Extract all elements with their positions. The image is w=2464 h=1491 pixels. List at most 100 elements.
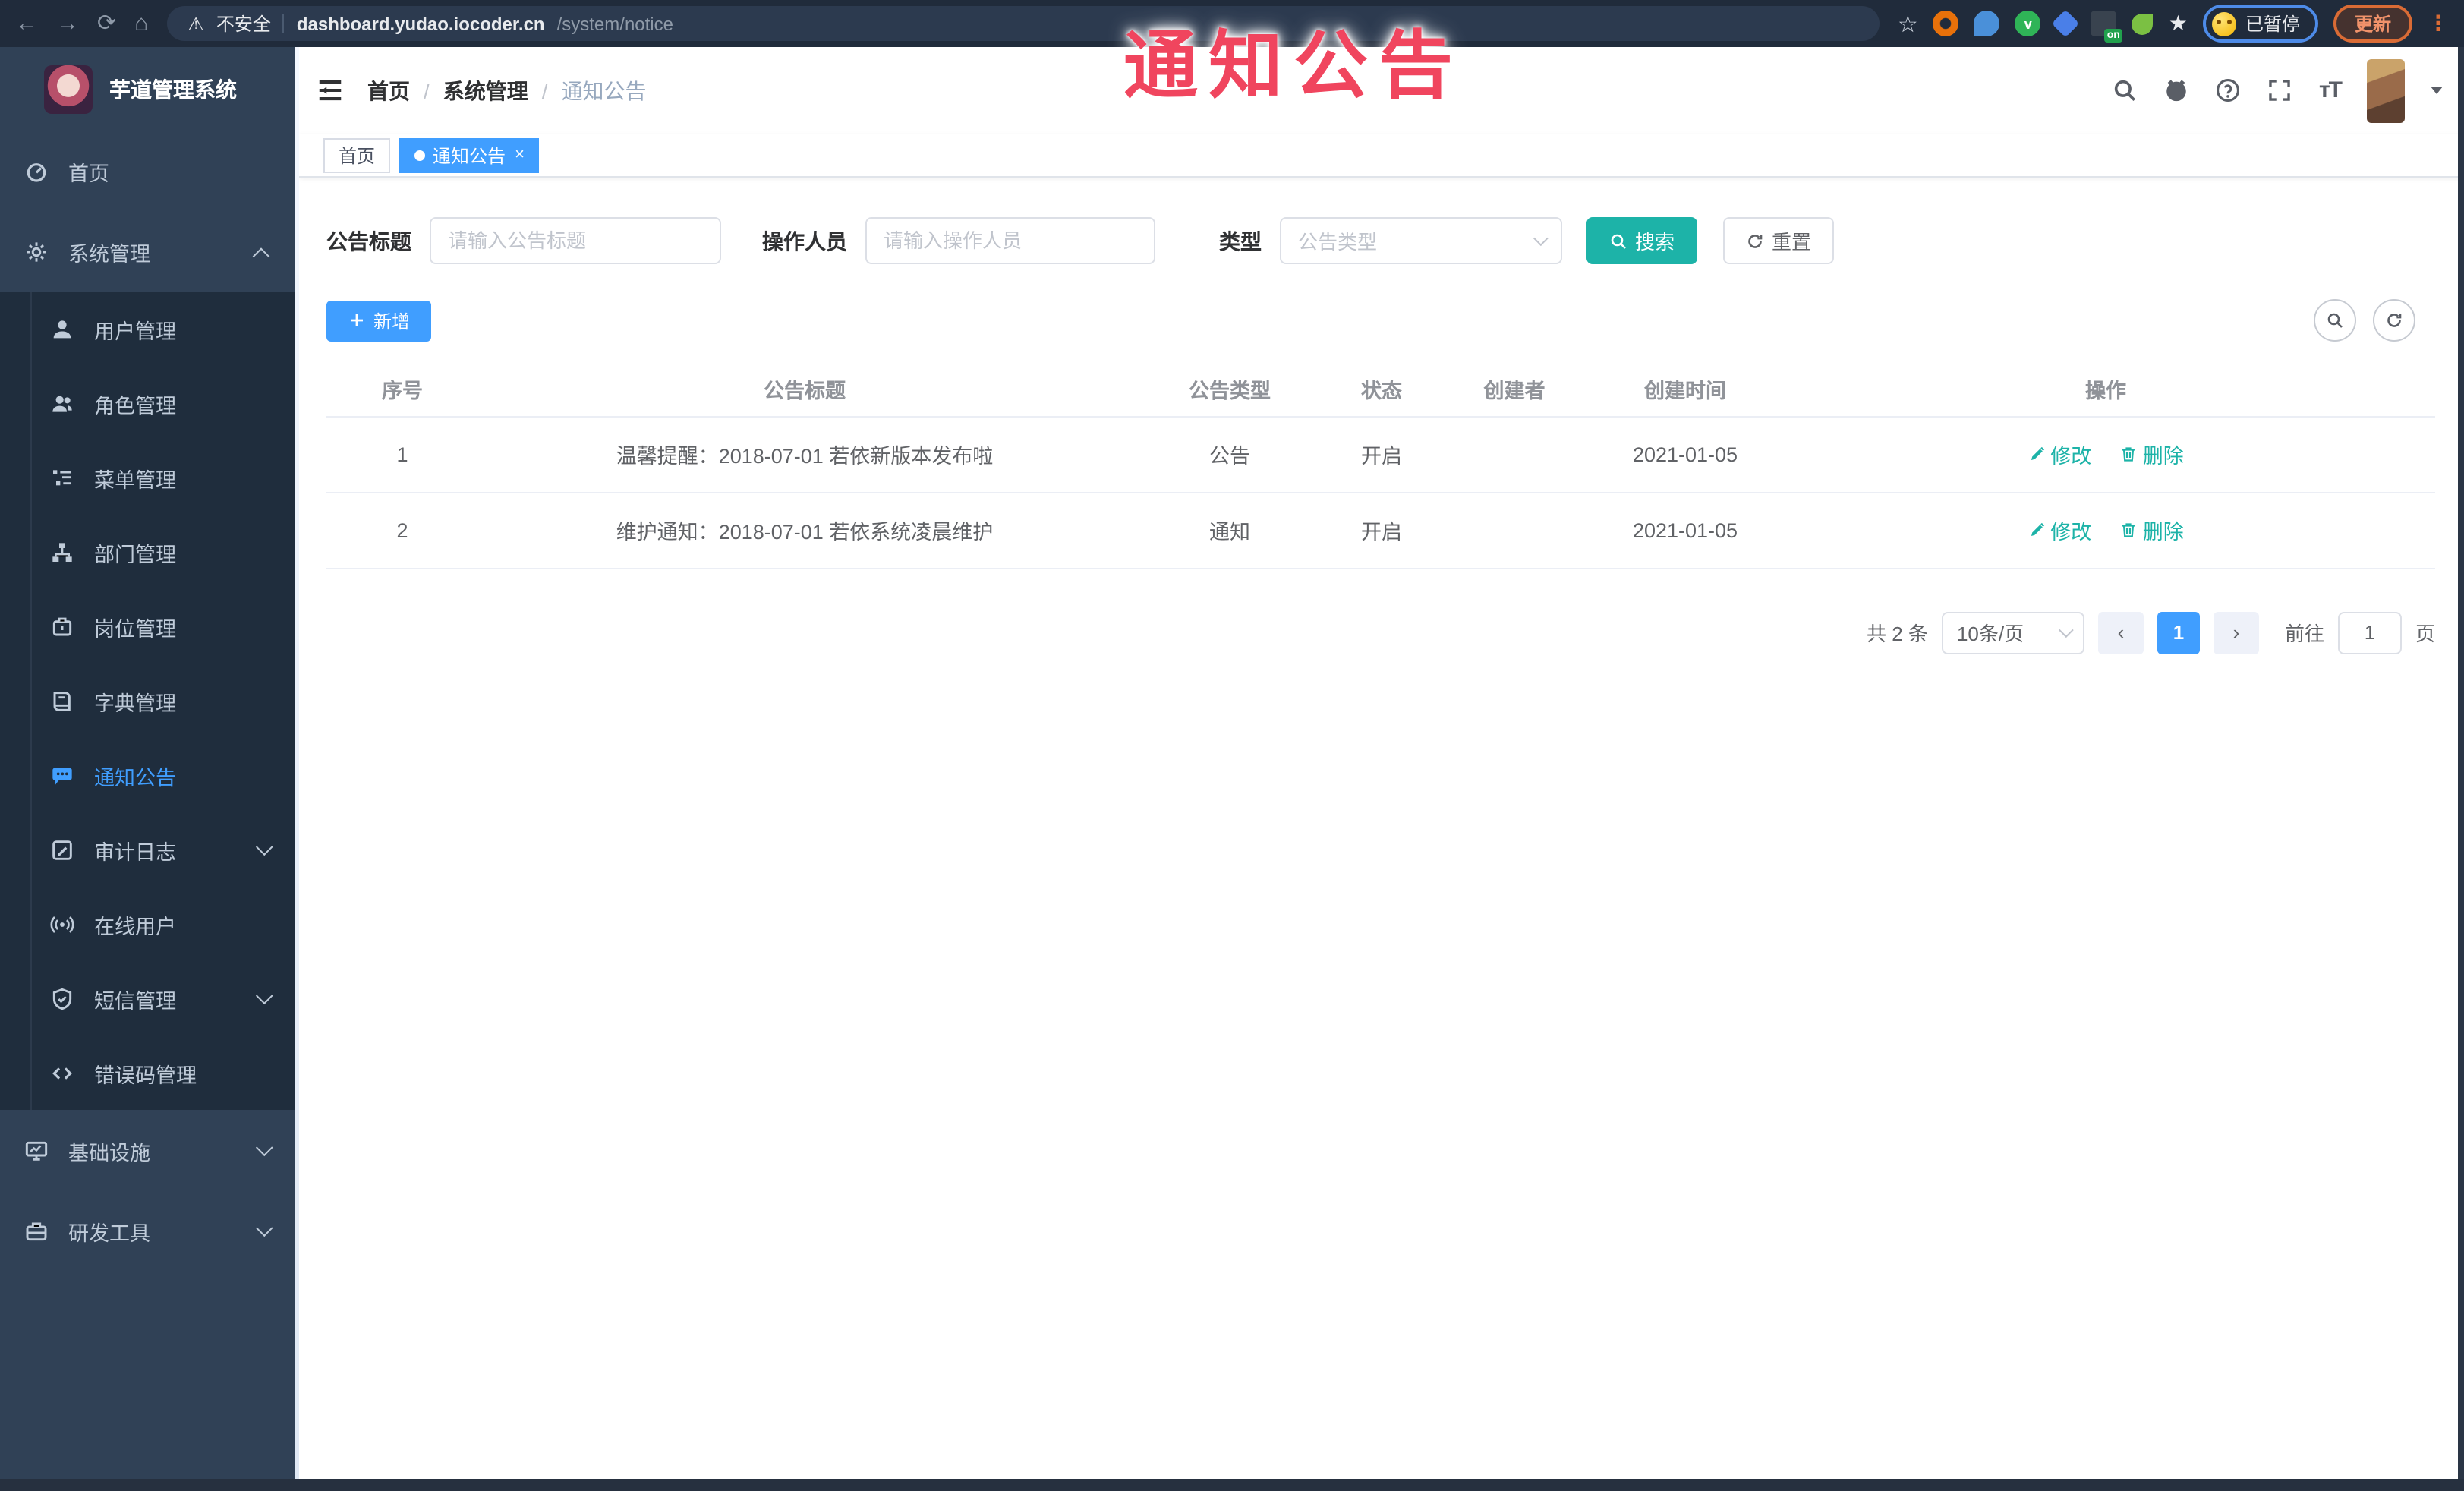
sidebar-item-system[interactable]: 系统管理 — [0, 211, 295, 292]
sidebar-item-menus[interactable]: 菜单管理 — [0, 440, 295, 515]
tab-label: 首页 — [339, 145, 376, 166]
url-path: /system/notice — [556, 13, 673, 34]
sidebar-item-roles[interactable]: 角色管理 — [0, 366, 295, 440]
main-area: 首页 / 系统管理 / 通知公告 тT 首页 通知公告 × 公告标题 请输入公告… — [299, 47, 2464, 1491]
avatar[interactable] — [2367, 58, 2405, 122]
toggle-search-button[interactable] — [2314, 299, 2356, 342]
sidebar-item-error-codes[interactable]: 错误码管理 — [0, 1036, 295, 1110]
sidebar-item-audit-log[interactable]: 审计日志 — [0, 812, 295, 887]
cell-type: 通知 — [1131, 492, 1328, 569]
col-seq: 序号 — [326, 361, 478, 417]
font-size-icon[interactable]: тT — [2319, 77, 2343, 103]
browser-refresh-icon[interactable]: ⟳ — [97, 12, 116, 35]
browser-back-icon[interactable]: ← — [15, 12, 38, 35]
address-bar[interactable]: ⚠ 不安全 dashboard.yudao.iocoder.cn /system… — [166, 6, 1880, 41]
type-select[interactable]: 公告类型 — [1280, 217, 1562, 264]
delete-label: 删除 — [2142, 445, 2184, 468]
tab-notice[interactable]: 通知公告 × — [399, 137, 540, 172]
menu-tree-icon — [50, 465, 74, 490]
cell-seq: 1 — [326, 416, 478, 493]
title-input[interactable] — [430, 217, 721, 264]
sidebar-item-label: 角色管理 — [94, 394, 176, 417]
next-page-button[interactable]: › — [2213, 611, 2259, 654]
reset-button[interactable]: 重置 — [1723, 217, 1835, 264]
sidebar-item-dev-tools[interactable]: 研发工具 — [0, 1190, 295, 1271]
sidebar-item-users[interactable]: 用户管理 — [0, 292, 295, 366]
operator-input[interactable] — [865, 217, 1155, 264]
col-status: 状态 — [1328, 361, 1435, 417]
profile-paused-chip[interactable]: 已暂停 — [2202, 5, 2318, 43]
search-icon[interactable] — [2113, 77, 2138, 103]
profile-emoji-icon — [2211, 11, 2236, 36]
search-button-label: 搜索 — [1635, 231, 1675, 254]
extension-pin-icon[interactable] — [1974, 11, 2000, 36]
browser-toolbar-right: ☆ v on ★ 已暂停 更新 ⋮ — [1898, 5, 2449, 43]
browser-forward-icon[interactable]: → — [56, 12, 79, 35]
tab-home[interactable]: 首页 — [323, 137, 391, 172]
cell-actions: 修改 删除 — [1776, 416, 2435, 493]
github-icon[interactable] — [2164, 77, 2190, 103]
extension-green-icon[interactable]: v — [2015, 11, 2041, 36]
refresh-table-button[interactable] — [2373, 299, 2415, 342]
col-creator: 创建者 — [1435, 361, 1594, 417]
breadcrumb-system[interactable]: 系统管理 — [443, 75, 528, 106]
app-logo-row[interactable]: 芋道管理系统 — [0, 47, 295, 131]
collapse-sidebar-icon[interactable] — [316, 76, 345, 105]
chevron-down-icon — [1533, 231, 1549, 247]
page-size-select[interactable]: 10条/页 — [1941, 611, 2084, 654]
extension-leaf-icon[interactable] — [2132, 13, 2154, 34]
update-button[interactable]: 更新 — [2333, 5, 2412, 43]
fullscreen-icon[interactable] — [2267, 77, 2293, 103]
sidebar-item-label: 用户管理 — [94, 320, 176, 342]
sidebar-item-label: 首页 — [68, 162, 109, 184]
page-content: 公告标题 操作人员 类型 公告类型 搜索 重置 — [299, 178, 2464, 654]
docs-help-icon[interactable] — [2216, 77, 2242, 103]
goto-page-input[interactable] — [2337, 611, 2402, 654]
close-icon[interactable]: × — [515, 146, 525, 164]
table-toolbar: 新增 — [326, 299, 2440, 342]
extension-orange-icon[interactable] — [1933, 11, 1959, 36]
log-icon — [50, 837, 74, 862]
sidebar-item-infrastructure[interactable]: 基础设施 — [0, 1110, 295, 1190]
sidebar-item-notice[interactable]: 通知公告 — [0, 738, 295, 812]
users-icon — [50, 391, 74, 415]
browser-home-icon[interactable]: ⌂ — [134, 12, 148, 35]
edit-pencil-icon — [2028, 445, 2046, 463]
type-field-label: 类型 — [1219, 229, 1262, 253]
extension-switch-icon[interactable]: on — [2091, 11, 2123, 43]
sidebar-item-online-users[interactable]: 在线用户 — [0, 887, 295, 961]
extensions-menu-icon[interactable]: ★ — [2169, 11, 2188, 36]
search-button[interactable]: 搜索 — [1586, 217, 1698, 264]
trash-icon — [2120, 521, 2138, 539]
add-button[interactable]: 新增 — [326, 300, 432, 341]
sidebar-item-label: 通知公告 — [94, 766, 176, 789]
extension-diamond-icon[interactable] — [2052, 9, 2081, 38]
edit-link[interactable]: 修改 — [2028, 515, 2091, 545]
cell-created: 2021-01-05 — [1594, 416, 1776, 493]
edit-link[interactable]: 修改 — [2028, 439, 2091, 469]
sidebar-item-home[interactable]: 首页 — [0, 131, 295, 211]
sidebar-item-sms[interactable]: 短信管理 — [0, 961, 295, 1036]
delete-link[interactable]: 删除 — [2120, 515, 2184, 545]
sidebar-item-departments[interactable]: 部门管理 — [0, 515, 295, 589]
briefcase-icon — [50, 614, 74, 638]
app-title: 芋道管理系统 — [109, 77, 237, 101]
avatar-caret-icon[interactable] — [2431, 87, 2443, 100]
sidebar-item-label: 错误码管理 — [94, 1064, 197, 1086]
col-title: 公告标题 — [478, 361, 1131, 417]
page-size-value: 10条/页 — [1956, 623, 2024, 645]
chevron-down-icon — [255, 1138, 273, 1156]
breadcrumb-home[interactable]: 首页 — [367, 75, 410, 106]
current-page-button[interactable]: 1 — [2157, 611, 2200, 654]
total-count-label: 共 2 条 — [1867, 623, 1928, 645]
system-submenu: 用户管理 角色管理 菜单管理 部门管理 岗位管理 字典管理 通知公告 审计日志 … — [0, 292, 295, 1110]
window-bottom-edge — [0, 1479, 2464, 1491]
sidebar-item-dict[interactable]: 字典管理 — [0, 664, 295, 738]
prev-page-button[interactable]: ‹ — [2097, 611, 2144, 654]
bookmark-star-icon[interactable]: ☆ — [1898, 10, 1918, 37]
search-form: 公告标题 操作人员 类型 公告类型 搜索 重置 — [326, 217, 2440, 264]
search-icon — [1609, 232, 1627, 250]
delete-link[interactable]: 删除 — [2120, 439, 2184, 469]
sidebar-item-posts[interactable]: 岗位管理 — [0, 589, 295, 664]
browser-menu-icon[interactable]: ⋮ — [2428, 11, 2449, 36]
